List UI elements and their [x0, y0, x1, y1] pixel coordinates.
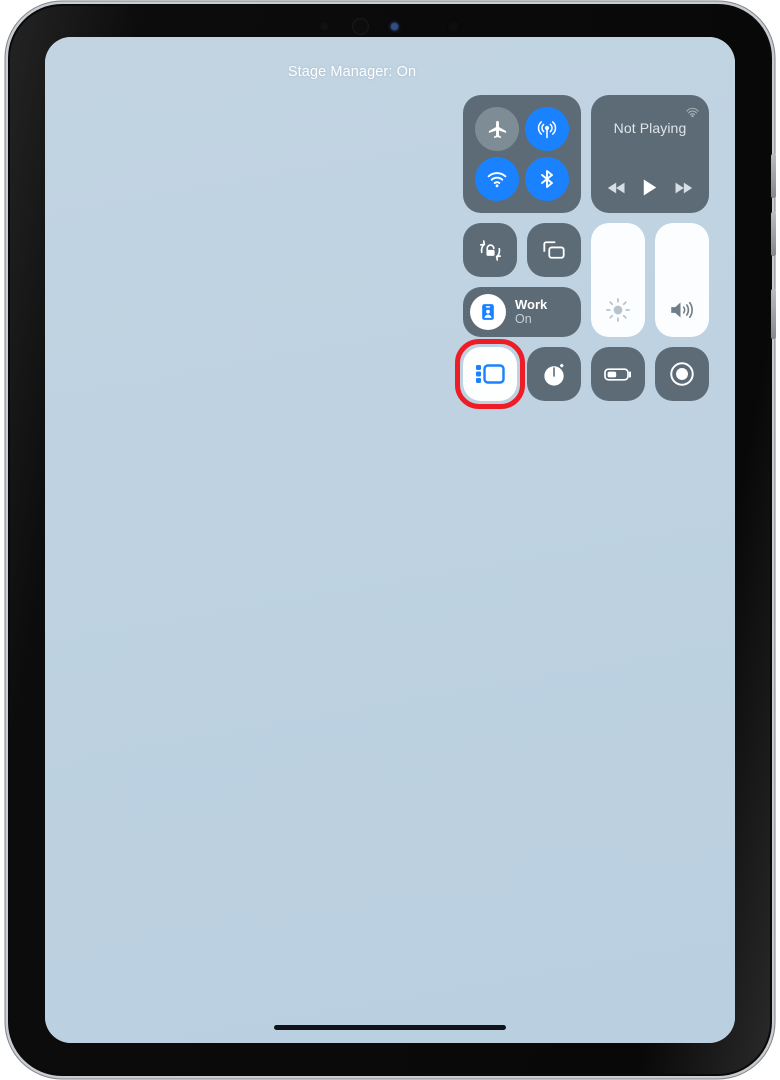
brightness-slider[interactable]: [591, 223, 645, 337]
airplane-mode-button[interactable]: [475, 107, 519, 151]
media-transport-controls: [591, 178, 709, 197]
control-center-row-top: Not Playing: [463, 95, 709, 213]
stage-manager-status-banner: Stage Manager: On: [287, 64, 417, 80]
camera-lens-icon: [352, 17, 369, 35]
power-button[interactable]: [771, 289, 776, 339]
airdrop-icon: [537, 121, 557, 139]
rotation-lock-button[interactable]: [463, 223, 517, 277]
focus-text: Work On: [515, 296, 548, 327]
fast-forward-icon[interactable]: [673, 180, 693, 196]
ipad-screen: Stage Manager: On Not Playing Work On: [45, 37, 735, 1043]
toggles-and-focus-stack: Work On: [463, 223, 581, 337]
stage-manager-button[interactable]: [463, 347, 517, 401]
id-badge-icon: [482, 304, 494, 320]
sliders-group: [591, 223, 709, 337]
media-playback-module[interactable]: Not Playing: [591, 95, 709, 213]
ambient-sensor-icon: [420, 24, 424, 28]
wifi-button[interactable]: [475, 157, 519, 201]
screen-mirroring-icon: [543, 241, 565, 259]
wifi-icon: [487, 172, 507, 188]
focus-badge: [470, 294, 506, 330]
airplay-icon[interactable]: [684, 102, 701, 119]
stage-manager-wrap: [455, 339, 525, 409]
screen-recording-button[interactable]: [655, 347, 709, 401]
focus-state: On: [515, 312, 532, 327]
screen-recording-icon: [670, 362, 694, 386]
timer-icon: [543, 363, 564, 386]
screen-mirroring-button[interactable]: [527, 223, 581, 277]
volume-down-button[interactable]: [771, 212, 776, 256]
volume-icon: [671, 301, 693, 319]
focus-mode-button[interactable]: Work On: [463, 287, 581, 337]
low-power-mode-button[interactable]: [591, 347, 645, 401]
airdrop-button[interactable]: [525, 107, 569, 151]
camera-lens-secondary-icon: [446, 18, 461, 34]
toggles-row: [463, 223, 581, 277]
focus-name: Work: [515, 296, 548, 312]
bluetooth-button[interactable]: [525, 157, 569, 201]
connectivity-module: [463, 95, 581, 213]
rotation-lock-icon: [479, 239, 501, 261]
now-playing-title: Not Playing: [613, 120, 687, 136]
volume-up-button[interactable]: [771, 154, 776, 198]
camera-sensor-icon: [319, 20, 330, 32]
camera-cluster: [8, 15, 772, 37]
battery-icon: [604, 368, 631, 381]
play-icon[interactable]: [642, 178, 658, 197]
control-center-row-middle: Work On: [463, 223, 709, 337]
stage-manager-icon: [476, 364, 505, 384]
camera-indicator-icon: [391, 22, 398, 30]
home-indicator[interactable]: [274, 1025, 506, 1030]
brightness-icon: [606, 298, 630, 322]
device-frame: Stage Manager: On Not Playing Work On: [8, 4, 776, 1076]
control-center-row-bottom: [455, 339, 709, 409]
timer-button[interactable]: [527, 347, 581, 401]
airplane-icon: [488, 120, 506, 138]
rewind-icon[interactable]: [607, 180, 627, 196]
volume-slider[interactable]: [655, 223, 709, 337]
bluetooth-icon: [541, 170, 553, 188]
control-center: Not Playing Work On: [455, 95, 709, 409]
